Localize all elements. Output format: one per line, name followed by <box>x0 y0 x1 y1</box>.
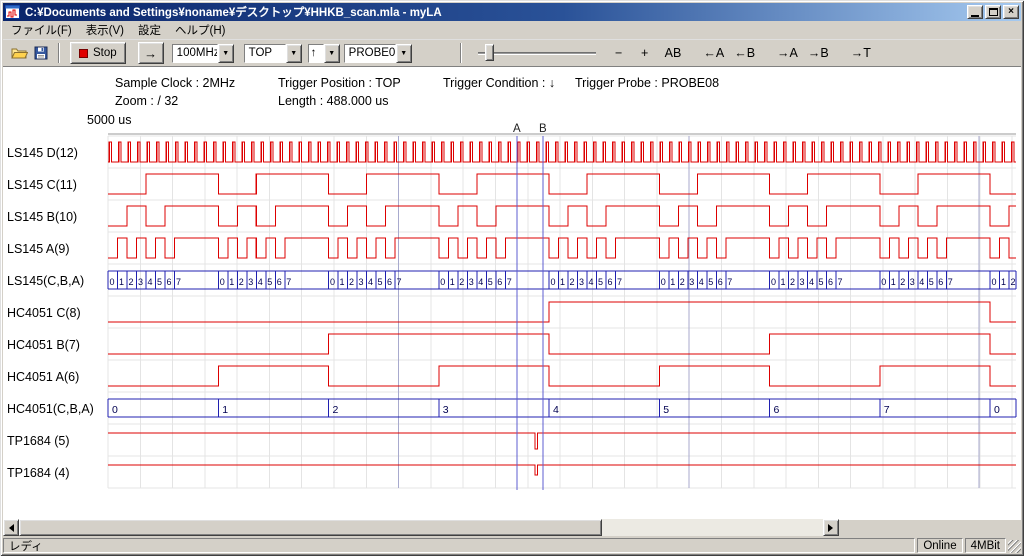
chevron-down-icon: ▼ <box>222 50 229 57</box>
scroll-right-button[interactable] <box>823 519 839 536</box>
slider-thumb[interactable] <box>485 44 494 61</box>
maximize-icon <box>989 8 998 16</box>
toolbar: Stop → 100MHz ▼ TOP ▼ ↑ ▼ PROBE00 ▼ −+ AB… <box>3 39 1021 67</box>
floppy-disk-icon <box>34 46 48 60</box>
cursor-tool-buttons: −+ AB ←A←B →A→B →T <box>610 44 874 62</box>
status-ready: レディ <box>3 538 915 553</box>
status-memory: 4MBit <box>965 538 1006 553</box>
chevron-down-icon: ▼ <box>400 50 407 57</box>
window-controls: × <box>967 5 1019 19</box>
stop-label: Stop <box>93 47 117 59</box>
trigger-edge-dropdown[interactable]: ↑ ▼ <box>308 44 340 63</box>
horizontal-scrollbar[interactable] <box>3 519 839 536</box>
close-button[interactable]: × <box>1003 5 1019 19</box>
prev-a-button[interactable]: ←A <box>700 44 727 62</box>
arrow-left-icon <box>5 524 14 532</box>
sample-clock-dropdown[interactable]: 100MHz ▼ <box>172 44 234 63</box>
chevron-down-icon: ▼ <box>328 50 335 57</box>
dropdown-arrow-icon[interactable]: ▼ <box>286 44 302 63</box>
trigger-probe-dropdown[interactable]: PROBE00 ▼ <box>344 44 412 63</box>
dropdown-arrow-icon[interactable]: ▼ <box>324 44 340 63</box>
next-a-button[interactable]: →A <box>774 44 801 62</box>
minimize-button[interactable] <box>967 5 983 19</box>
titlebar: C:¥Documents and Settings¥noname¥デスクトップ¥… <box>3 3 1021 21</box>
trigger-position-dropdown[interactable]: TOP ▼ <box>244 44 302 63</box>
waveform-panel <box>3 67 1021 520</box>
prev-b-button[interactable]: ←B <box>731 44 758 62</box>
toolbar-separator <box>460 43 462 63</box>
menu-item-2[interactable]: 設定 <box>131 20 168 40</box>
dropdown-arrow-icon[interactable]: ▼ <box>396 44 412 63</box>
run-arrow-icon: → <box>144 46 157 61</box>
trigger-edge-value: ↑ <box>308 44 324 63</box>
dropdown-arrow-icon[interactable]: ▼ <box>218 44 234 63</box>
zoom-in-button[interactable]: + <box>636 44 654 62</box>
menubar: ファイル(F)表示(V)設定ヘルプ(H) <box>3 21 1021 39</box>
menu-item-3[interactable]: ヘルプ(H) <box>168 20 232 40</box>
run-button[interactable]: → <box>138 42 164 64</box>
status-online: Online <box>917 538 962 553</box>
toolbar-separator <box>58 43 60 63</box>
stop-icon <box>79 49 88 58</box>
menu-item-0[interactable]: ファイル(F) <box>4 20 79 40</box>
open-folder-icon <box>11 46 28 60</box>
scrollbar-thumb[interactable] <box>19 519 602 536</box>
sample-clock-value: 100MHz <box>172 44 218 63</box>
chevron-down-icon: ▼ <box>290 50 297 57</box>
app-window: C:¥Documents and Settings¥noname¥デスクトップ¥… <box>0 0 1024 556</box>
arrow-right-icon <box>828 524 837 532</box>
zoom-slider[interactable] <box>478 43 596 63</box>
goto-trigger-button[interactable]: →T <box>848 44 874 62</box>
open-button[interactable] <box>8 42 30 64</box>
stop-button[interactable]: Stop <box>70 42 126 64</box>
resize-grip[interactable] <box>1008 540 1021 553</box>
app-icon <box>5 5 22 19</box>
maximize-button[interactable] <box>985 5 1001 19</box>
slider-track <box>478 52 596 55</box>
zoom-out-button[interactable]: − <box>610 44 628 62</box>
scroll-left-button[interactable] <box>3 519 19 536</box>
minimize-icon <box>971 15 979 17</box>
ab-cursor-button[interactable]: AB <box>662 44 685 62</box>
menu-item-1[interactable]: 表示(V) <box>79 20 131 40</box>
trigger-probe-value: PROBE00 <box>344 44 396 63</box>
next-b-button[interactable]: →B <box>805 44 832 62</box>
save-button[interactable] <box>30 42 52 64</box>
statusbar: レディ Online 4MBit <box>3 536 1021 553</box>
window-title: C:¥Documents and Settings¥noname¥デスクトップ¥… <box>25 4 963 20</box>
trigger-position-value: TOP <box>244 44 286 63</box>
